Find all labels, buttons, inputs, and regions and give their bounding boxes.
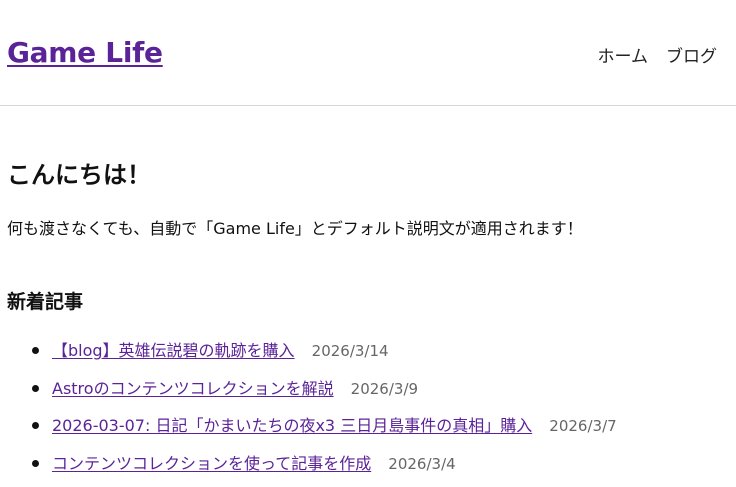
intro-text: 何も渡さなくても、自動で「Game Life」とデフォルト説明文が適用されます！ <box>7 215 583 239</box>
post-link[interactable]: Astroのコンテンツコレクションを解説 <box>52 379 334 398</box>
post-link[interactable]: コンテンツコレクションを使って記事を作成 <box>52 454 371 473</box>
post-date: 2026/3/9 <box>351 380 418 398</box>
main-nav: ホーム ブログ <box>598 42 718 67</box>
bullet-icon <box>32 460 39 467</box>
recent-posts-list: 【blog】英雄伝説碧の軌跡を購入 2026/3/14 Astroのコンテンツコ… <box>0 337 617 487</box>
bullet-icon <box>32 422 39 429</box>
site-header: Game Life ホーム ブログ <box>0 0 736 106</box>
post-date: 2026/3/14 <box>312 342 389 360</box>
page-title: こんにちは！ <box>7 155 151 190</box>
post-date: 2026/3/7 <box>549 417 616 435</box>
list-item: コンテンツコレクションを使って記事を作成 2026/3/4 <box>0 450 617 487</box>
nav-link-blog[interactable]: ブログ <box>666 42 717 67</box>
list-item: 【blog】英雄伝説碧の軌跡を購入 2026/3/14 <box>0 337 617 375</box>
post-date: 2026/3/4 <box>388 455 455 473</box>
bullet-icon <box>32 347 39 354</box>
bullet-icon <box>32 385 39 392</box>
recent-posts-heading: 新着記事 <box>7 287 83 314</box>
post-link[interactable]: 2026-03-07: 日記「かまいたちの夜x3 三日月島事件の真相」購入 <box>52 416 532 435</box>
list-item: Astroのコンテンツコレクションを解説 2026/3/9 <box>0 375 617 413</box>
site-title-link[interactable]: Game Life <box>7 36 163 69</box>
list-item: 2026-03-07: 日記「かまいたちの夜x3 三日月島事件の真相」購入 20… <box>0 412 617 450</box>
post-link[interactable]: 【blog】英雄伝説碧の軌跡を購入 <box>52 341 295 360</box>
nav-link-home[interactable]: ホーム <box>598 42 649 67</box>
